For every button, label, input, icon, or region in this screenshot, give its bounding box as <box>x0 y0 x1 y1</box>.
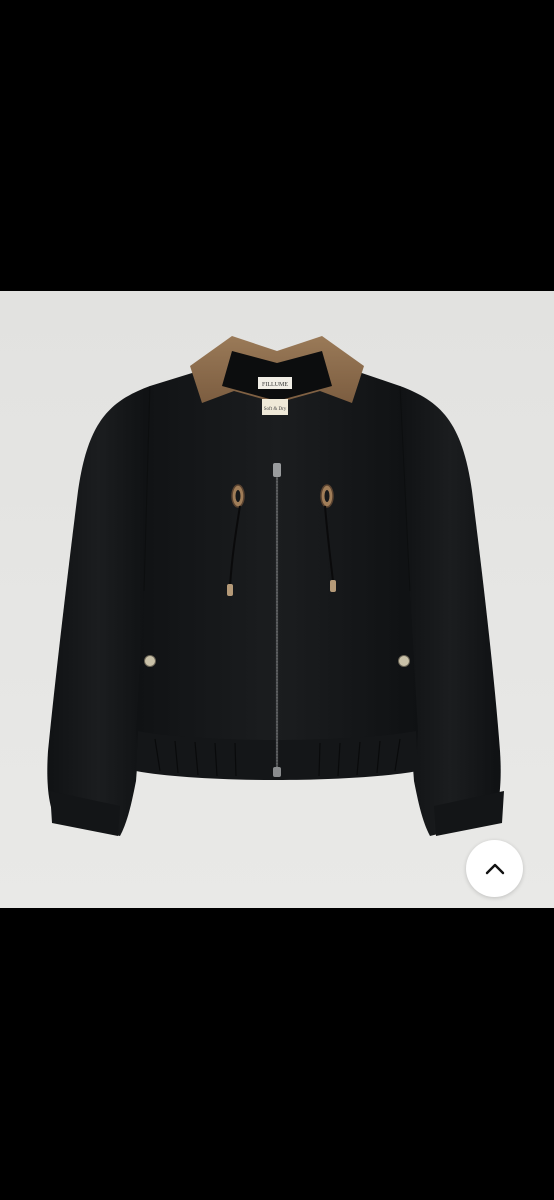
zipper-pull <box>273 463 281 477</box>
care-label-text: Soft & Dry <box>264 407 287 412</box>
bottom-letterbox <box>0 908 554 1200</box>
right-pocket-snap <box>398 655 410 667</box>
left-pocket-snap <box>144 655 156 667</box>
top-letterbox <box>0 0 554 291</box>
scroll-to-top-button[interactable] <box>466 840 523 897</box>
jacket-illustration: FILLUME Soft & Dry <box>47 336 504 836</box>
product-photo: FILLUME Soft & Dry <box>0 291 554 908</box>
left-sleeve <box>47 386 150 836</box>
brand-label-text: FILLUME <box>262 382 288 388</box>
chevron-up-icon <box>485 863 504 874</box>
